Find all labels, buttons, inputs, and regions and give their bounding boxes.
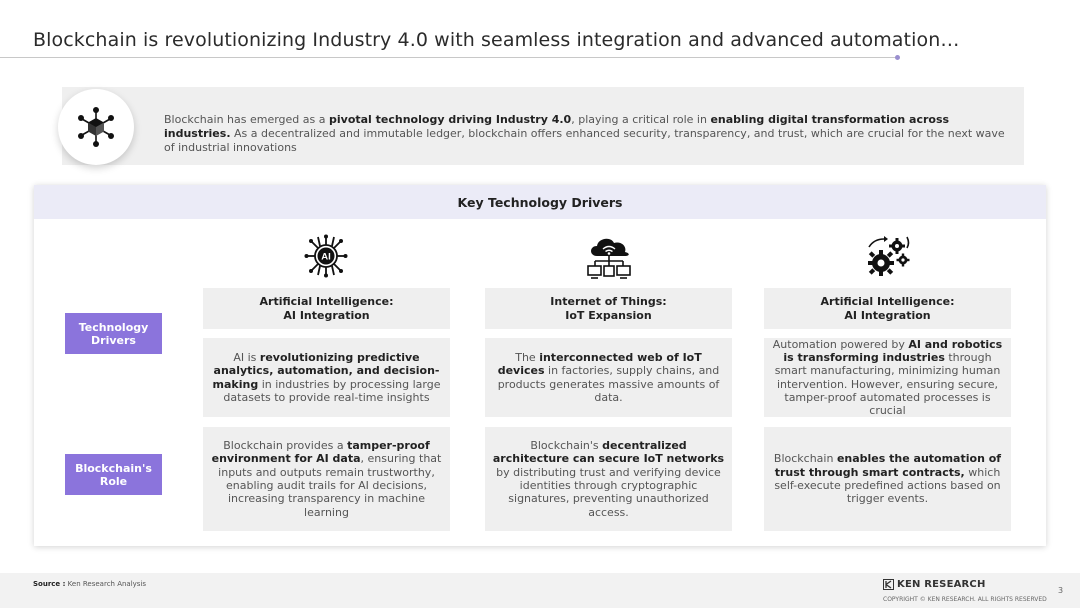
- column-heading-line2: AI Integration: [283, 308, 370, 322]
- ai-chip-icon: AI: [304, 234, 348, 278]
- row-label-technology-drivers: Technology Drivers: [65, 313, 162, 354]
- role-cell-automation: Blockchain enables the automation of tru…: [764, 427, 1011, 531]
- body-text: , playing a critical role in: [571, 113, 711, 126]
- column-heading-line1: Artificial Intelligence:: [820, 295, 955, 308]
- column-heading-automation: Artificial Intelligence: AI Integration: [764, 288, 1011, 329]
- body-text: Automation powered by: [772, 337, 909, 351]
- emphasis-text: pivotal technology driving Industry 4.0: [329, 113, 572, 126]
- copyright-text: COPYRIGHT © KEN RESEARCH. ALL RIGHTS RES…: [883, 596, 1047, 603]
- body-text: Blockchain provides a: [223, 439, 348, 453]
- driver-cell-iot: The interconnected web of IoT devices in…: [485, 338, 732, 417]
- page-title: Blockchain is revolutionizing Industry 4…: [33, 29, 960, 51]
- row-label-blockchain-role: Blockchain's Role: [65, 454, 162, 495]
- intro-paragraph: Blockchain has emerged as a pivotal tech…: [164, 113, 1014, 155]
- body-text: As a decentralized and immutable ledger,…: [164, 127, 1005, 154]
- cloud-devices-icon: [587, 238, 631, 279]
- column-heading-iot-expansion: Internet of Things: IoT Expansion: [485, 288, 732, 329]
- ai-chip-label: AI: [321, 252, 331, 263]
- gears-automation-icon: [868, 236, 910, 276]
- body-text: The: [515, 350, 540, 364]
- source-note: Source : Ken Research Analysis: [33, 580, 146, 588]
- driver-cell-automation: Automation powered by AI and robotics is…: [764, 338, 1011, 417]
- blockchain-cube-icon: [78, 107, 114, 147]
- panel-title: Key Technology Drivers: [34, 185, 1046, 219]
- column-heading-line2: IoT Expansion: [565, 308, 652, 322]
- body-text: Blockchain: [773, 452, 837, 466]
- intro-icon-badge: [58, 89, 134, 165]
- ken-research-logo-icon: [883, 579, 894, 590]
- column-heading-ai-integration: Artificial Intelligence: AI Integration: [203, 288, 450, 329]
- page-number: 3: [1058, 586, 1064, 595]
- column-heading-line1: Internet of Things:: [550, 295, 667, 308]
- body-text: Blockchain's: [530, 439, 603, 453]
- body-text: Blockchain has emerged as a: [164, 113, 329, 126]
- column-heading-line1: Artificial Intelligence:: [259, 295, 394, 308]
- body-text: AI is: [233, 350, 260, 364]
- title-divider: [0, 57, 897, 58]
- emphasis-text: decentralized architecture can secure Io…: [492, 439, 725, 466]
- role-cell-iot: Blockchain's decentralized architecture …: [485, 427, 732, 531]
- brand-logo: KEN RESEARCH: [883, 579, 986, 590]
- column-heading-line2: AI Integration: [844, 308, 931, 322]
- source-text: Ken Research Analysis: [67, 580, 147, 588]
- brand-name: KEN RESEARCH: [897, 579, 986, 590]
- body-text: by distributing trust and verifying devi…: [496, 465, 721, 519]
- source-label: Source :: [33, 580, 66, 588]
- title-divider-dot: [895, 55, 900, 60]
- role-cell-ai: Blockchain provides a tamper-proof envir…: [203, 427, 450, 531]
- driver-cell-ai: AI is revolutionizing predictive analyti…: [203, 338, 450, 417]
